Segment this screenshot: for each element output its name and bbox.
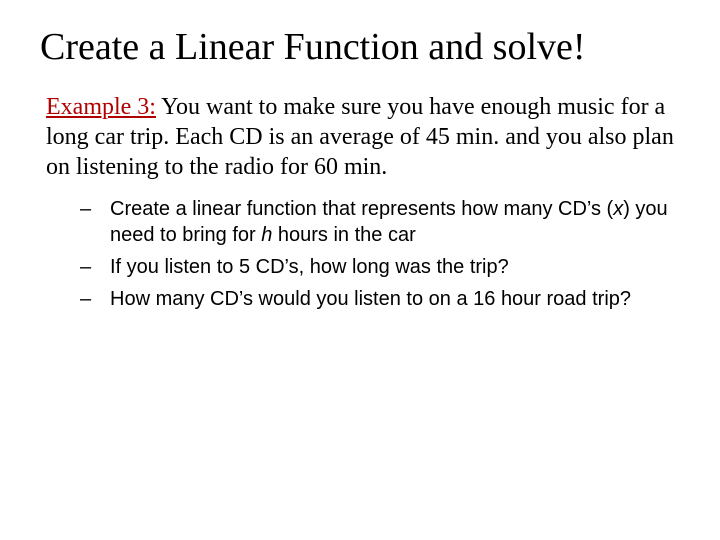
variable-x: x — [613, 198, 623, 220]
slide-title: Create a Linear Function and solve! — [40, 26, 680, 70]
example-body: Example 3: You want to make sure you hav… — [46, 92, 680, 182]
list-item: How many CD’s would you listen to on a 1… — [80, 286, 680, 312]
bullet-text: Create a linear function that represents… — [110, 198, 613, 220]
sub-bullet-list: Create a linear function that represents… — [80, 196, 680, 312]
list-item: If you listen to 5 CD’s, how long was th… — [80, 254, 680, 280]
example-label: Example 3: — [46, 94, 156, 120]
bullet-text: If you listen to 5 CD’s, how long was th… — [110, 256, 509, 278]
variable-h: h — [261, 224, 272, 246]
bullet-text: How many CD’s would you listen to on a 1… — [110, 288, 631, 310]
slide: Create a Linear Function and solve! Exam… — [0, 0, 720, 540]
list-item: Create a linear function that represents… — [80, 196, 680, 248]
bullet-text: hours in the car — [272, 224, 415, 246]
